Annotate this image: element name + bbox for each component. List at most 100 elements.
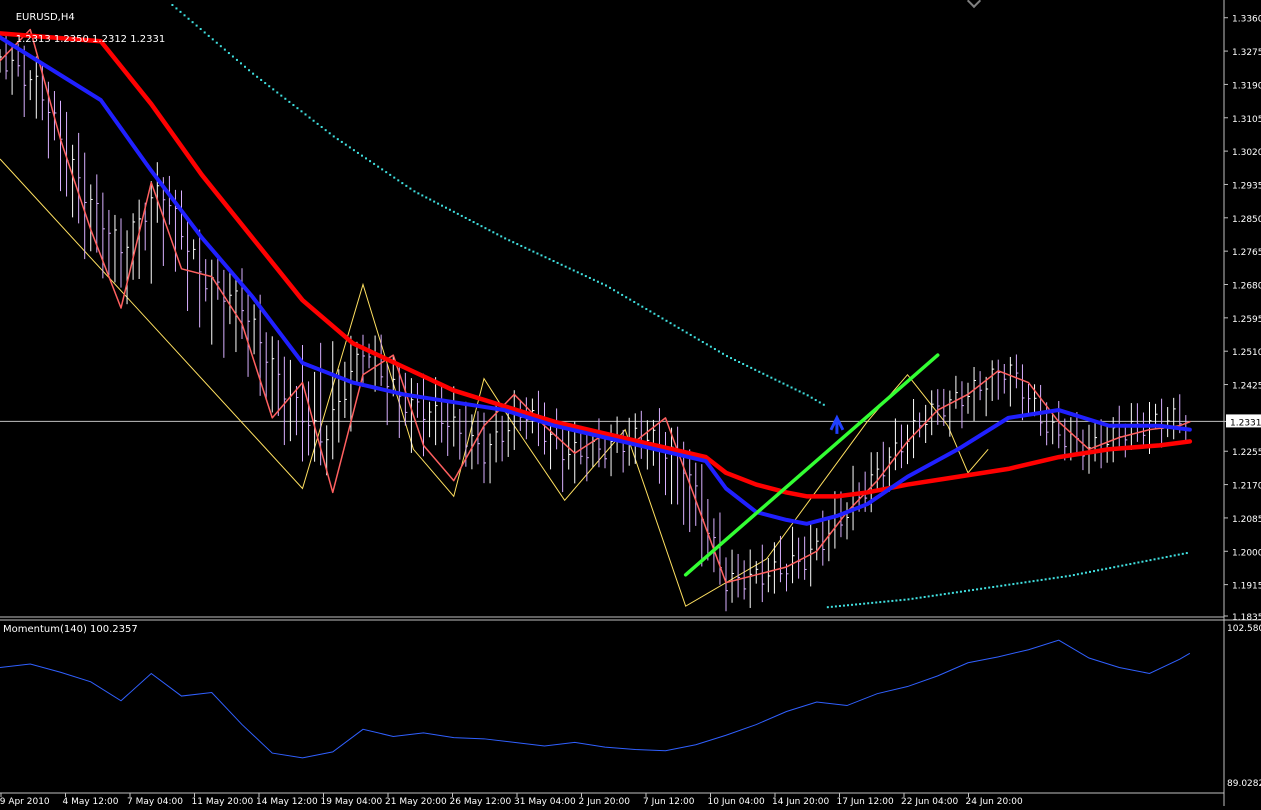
momentum-tick-label: 102.580 — [1227, 624, 1261, 634]
sar-upper-dot — [211, 38, 214, 41]
sar-lower-dot — [1040, 578, 1043, 581]
sar-lower-dot — [915, 597, 918, 600]
sar-lower-dot — [895, 599, 898, 602]
sar-lower-dot — [879, 601, 882, 604]
sar-lower-dot — [826, 606, 829, 609]
sar-lower-dot — [984, 587, 987, 590]
momentum-panel — [0, 639, 1191, 759]
sar-upper-dot — [794, 388, 797, 391]
sar-upper-dot — [548, 258, 551, 261]
sar-lower-dot — [1161, 556, 1164, 559]
sar-upper-dot — [393, 176, 396, 179]
sar-upper-dot — [657, 315, 660, 318]
sar-lower-dot — [1169, 555, 1172, 558]
sar-lower-dot — [931, 594, 934, 597]
y-tick-label: 1.1835 — [1232, 613, 1261, 623]
sar-upper-dot — [673, 324, 676, 327]
sar-upper-dot — [516, 243, 519, 246]
y-tick-label: 1.3020 — [1232, 148, 1261, 158]
sar-lower-dot — [863, 602, 866, 605]
axes: 1.3360 1.3275 1.3190 1.3105 1.3020 1.2935 1.28… — [0, 0, 1261, 807]
sar-upper-dot — [425, 196, 428, 199]
sar-upper-dot — [492, 231, 495, 234]
y-tick-label: 1.3190 — [1232, 81, 1261, 91]
sar-lower-dot — [955, 591, 958, 594]
trendline — [683, 353, 940, 577]
sar-upper-dot — [348, 146, 351, 149]
sar-lower-dot — [1133, 562, 1136, 565]
sar-lower-dot — [875, 601, 878, 604]
sar-upper-dot — [605, 284, 607, 287]
sar-lower-dot — [988, 586, 991, 589]
y-tick-label: 1.2000 — [1232, 548, 1261, 558]
sar-lower-dot — [1020, 581, 1023, 584]
sar-upper-dot — [223, 48, 226, 51]
sar-upper-dot — [276, 91, 279, 94]
sar-upper-dot — [500, 235, 503, 238]
sar-upper-dot — [360, 154, 363, 157]
sar-lower-dot — [867, 602, 870, 605]
sar-lower-dot — [1008, 583, 1011, 586]
sar-upper-dot — [421, 194, 424, 197]
momentum-series — [0, 639, 1191, 759]
sar-upper-dot — [468, 219, 471, 222]
zigzag-series — [0, 158, 989, 607]
sar-upper-dot — [717, 350, 720, 353]
chart-canvas[interactable]: 1.3360 1.3275 1.3190 1.3105 1.3020 1.2935 1.28… — [0, 0, 1261, 807]
sar-upper-dot — [456, 212, 459, 215]
sar-upper-dot — [544, 256, 547, 259]
sar-upper-dot — [441, 204, 444, 207]
sar-upper-dot — [344, 143, 347, 146]
sar-upper-dot — [480, 225, 483, 228]
sar-lower-dot — [887, 600, 890, 603]
sar-upper-dot — [365, 157, 368, 160]
sar-upper-dot — [312, 119, 315, 122]
chart-window[interactable]: 1.3360 1.3275 1.3190 1.3105 1.3020 1.2935 1.28… — [0, 0, 1261, 807]
sar-upper-dot — [284, 97, 287, 100]
sar-upper-dot — [389, 173, 392, 176]
x-tick-label: 19 May 04:00 — [321, 797, 383, 806]
sar-upper-dot — [179, 10, 182, 13]
quote-label: 1.2313 1.2350 1.2312 1.2331 — [15, 34, 166, 45]
sar-upper-dot — [288, 100, 291, 103]
sar-lower-dot — [891, 599, 894, 602]
x-tick-label: 29 Apr 2010 — [0, 797, 50, 806]
sar-lower-dot — [871, 601, 874, 604]
sar-lower-dot — [899, 599, 902, 602]
sar-upper-dot — [512, 241, 515, 244]
sar-upper-dot — [552, 260, 555, 263]
sar-upper-dot — [464, 216, 467, 219]
sar-upper-dot — [734, 359, 737, 362]
sar-upper-dot — [381, 168, 384, 171]
sar-upper-dot — [645, 308, 648, 311]
sar-upper-dot — [296, 107, 299, 110]
sar-lower-dot — [1125, 563, 1128, 566]
sar-upper-dot — [685, 331, 688, 334]
sar-lower-dot — [963, 590, 966, 593]
sar-lower-dot — [1141, 560, 1144, 563]
sar-lower-dot — [911, 597, 914, 600]
sar-lower-dot — [1060, 575, 1063, 578]
sar-upper-dot — [207, 34, 210, 37]
x-tick-label: 22 Jun 04:00 — [901, 797, 958, 806]
sar-lower-dot — [1097, 569, 1100, 572]
sar-upper-dot — [448, 208, 451, 211]
sar-lower-dot — [968, 589, 970, 592]
sar-upper-dot — [437, 202, 440, 205]
sar-upper-dot — [187, 17, 190, 20]
current-price-label: 1.2331 — [1230, 418, 1261, 428]
sar-upper-dot — [726, 355, 728, 358]
sar-upper-dot — [560, 263, 563, 266]
sar-lower-dot — [1105, 567, 1108, 570]
sar-upper-dot — [324, 129, 327, 132]
sar-upper-dot — [524, 246, 527, 249]
y-tick-label: 1.2935 — [1232, 181, 1261, 191]
sar-upper-dot — [316, 122, 319, 125]
sar-lower-dot — [847, 604, 849, 607]
sar-upper-dot — [369, 160, 372, 163]
sar-lower-dot — [1032, 580, 1035, 583]
sar-lower-dot — [883, 600, 886, 603]
sar-lower-dot — [992, 585, 995, 588]
sar-lower-dot — [996, 585, 999, 588]
sar-lower-dot — [830, 605, 833, 608]
